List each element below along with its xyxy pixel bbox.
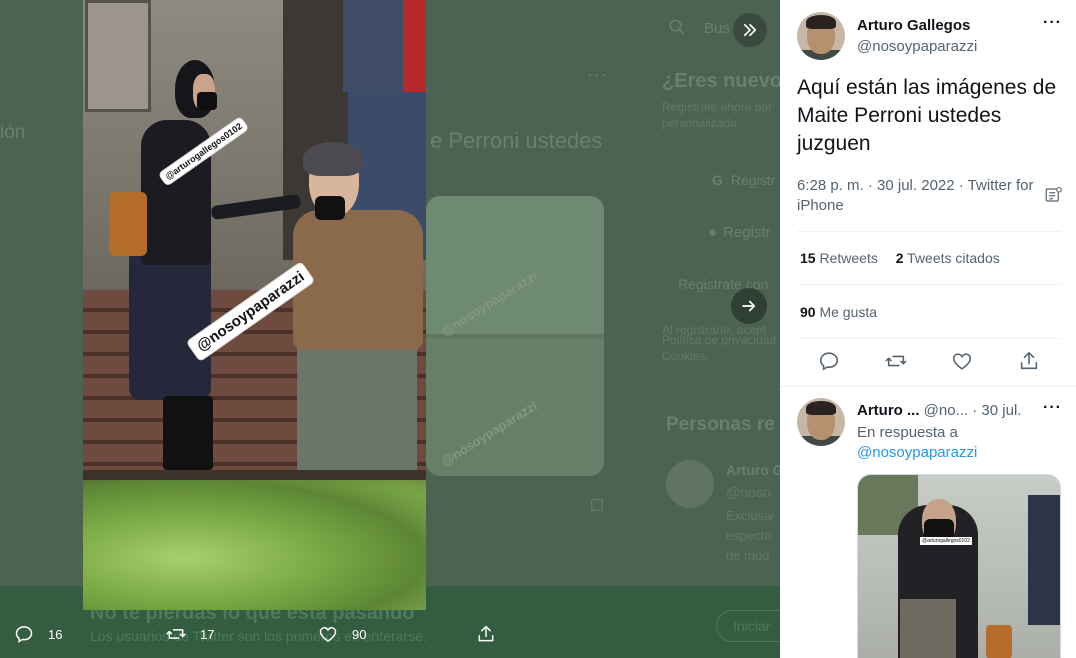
reply-header[interactable]: Arturo ... @no... · 30 jul.	[857, 402, 1021, 419]
media-action-bar: 16 17 90	[0, 610, 780, 658]
share-button[interactable]	[1018, 350, 1042, 374]
heart-icon	[319, 626, 337, 642]
reply-image-watermark: @arturogallegos0102	[920, 537, 972, 545]
bg-signup-box: ¿Eres nuevo Regístrate ahora par persona…	[662, 70, 780, 131]
tweet-more-icon[interactable]: ···	[1043, 14, 1062, 32]
reply-button[interactable]	[818, 350, 842, 374]
next-image-button[interactable]	[731, 288, 767, 324]
media-reply-count: 16	[48, 626, 63, 642]
bg-people-title: Personas re	[666, 414, 775, 435]
tweet-text: Aquí están las imágenes de Maite Perroni…	[797, 76, 1057, 155]
retweet-icon	[885, 355, 907, 367]
tweet-detail-panel: Arturo Gallegos @nosoypaparazzi ··· Aquí…	[780, 0, 1076, 658]
reply-context: En respuesta a @nosoypaparazzi	[857, 423, 977, 463]
bg-legal-2: Política de privacidad	[662, 333, 777, 347]
media-like-count: 90	[352, 626, 367, 642]
bg-main-tweet-text: e Perroni ustedes	[430, 128, 603, 153]
retweet-button[interactable]	[885, 350, 909, 374]
collapse-panel-button[interactable]	[733, 13, 767, 47]
bg-search-input: Bus	[704, 20, 730, 37]
retweets-stat[interactable]: 15 Retweets	[800, 250, 878, 266]
media-retweet-count: 17	[200, 626, 215, 642]
double-chevron-right-icon	[743, 23, 757, 37]
search-icon	[669, 19, 685, 35]
bg-more-icon: ···	[587, 64, 608, 84]
reply-context-label: En respuesta a	[857, 424, 958, 441]
author-name[interactable]: Arturo Gallegos	[857, 17, 970, 34]
media-retweet-button[interactable]: 17	[166, 624, 214, 644]
analytics-icon[interactable]	[1044, 186, 1062, 204]
retweet-icon	[166, 629, 186, 639]
reply-author-name[interactable]: Arturo ...	[857, 402, 920, 419]
author-avatar[interactable]	[797, 12, 845, 60]
reply-author-handle[interactable]: @no...	[924, 402, 968, 419]
bg-analytics-icon	[591, 499, 603, 511]
author-handle[interactable]: @nosoypaparazzi	[857, 38, 977, 55]
divider	[797, 231, 1061, 232]
bg-sidebar-text: ión	[0, 122, 26, 143]
reply-more-icon[interactable]: ···	[1043, 399, 1062, 417]
reply-date[interactable]: · 30 jul.	[972, 402, 1021, 419]
likes-stat[interactable]: 90 Me gusta	[800, 304, 877, 320]
media-share-button[interactable]	[476, 624, 496, 644]
media-photo[interactable]: @arturogallegos0102 @nosoypaparazzi	[83, 0, 426, 610]
engagement-stats: 15 Retweets 2 Tweets citados	[800, 250, 1000, 266]
heart-icon	[952, 353, 972, 370]
reply-context-link[interactable]: @nosoypaparazzi	[857, 444, 977, 461]
bg-signup-line-2: personalizada.	[662, 116, 741, 130]
bg-person-handle: @noso	[726, 484, 771, 500]
bg-google-signup: G Registr	[712, 172, 776, 188]
reply-image[interactable]: @arturogallegos0102	[857, 474, 1061, 658]
divider	[797, 284, 1061, 285]
arrow-right-icon	[742, 300, 756, 312]
bg-person-bio: Exclusiv especte de mod	[726, 508, 774, 563]
reply-author-avatar[interactable]	[797, 398, 845, 446]
divider	[780, 386, 1076, 387]
reply-icon	[15, 626, 33, 643]
media-like-button[interactable]: 90	[318, 624, 366, 644]
divider	[797, 338, 1061, 339]
bg-person-avatar	[666, 460, 714, 508]
like-button[interactable]	[951, 350, 975, 374]
share-icon	[1020, 351, 1038, 370]
bg-signup-line-1: Regístrate ahora par	[662, 100, 773, 114]
bg-apple-signup: ● Registr	[708, 224, 771, 241]
quotes-stat[interactable]: 2 Tweets citados	[896, 250, 1000, 266]
media-reply-button[interactable]: 16	[14, 624, 62, 644]
bg-new-title: ¿Eres nuevo	[662, 70, 780, 92]
tweet-timestamp[interactable]: 6:28 p. m. · 30 jul. 2022 · Twitter for …	[797, 176, 1037, 216]
reply-icon	[819, 352, 839, 371]
bg-legal-3: Cookies.	[662, 349, 709, 363]
share-icon	[478, 625, 494, 642]
bg-person-name: Arturo G	[726, 462, 780, 478]
bg-tweet-image: @nosoypaparazzi @nosoypaparazzi	[426, 196, 604, 476]
